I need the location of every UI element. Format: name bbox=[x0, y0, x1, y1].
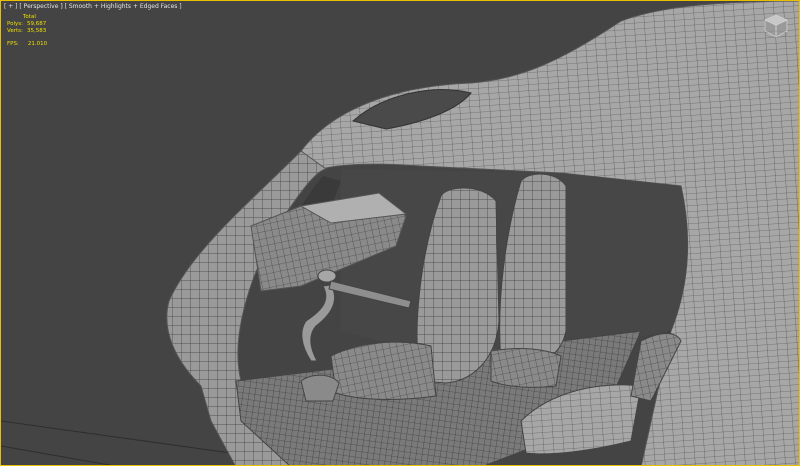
rear-seat-cushion bbox=[490, 348, 562, 388]
fps-label: FPS: bbox=[7, 41, 19, 47]
floor-pedal bbox=[300, 374, 340, 402]
stats-value: 35,583 bbox=[27, 28, 47, 34]
helicopter-mesh-render[interactable] bbox=[1, 1, 800, 466]
viewcube-home-icon[interactable] bbox=[763, 14, 789, 38]
cyclic-stick bbox=[301, 284, 335, 362]
stats-row: Verts: 35,583 bbox=[7, 28, 50, 35]
statistics-overlay: Total Polys: 59,687 Verts: 35,583 bbox=[7, 14, 50, 35]
stats-label: Verts: bbox=[7, 28, 23, 34]
stick-grip bbox=[317, 269, 337, 283]
stats-header: Total bbox=[23, 14, 36, 20]
front-seat-cushion bbox=[330, 341, 437, 400]
fps-value: 21.010 bbox=[27, 41, 48, 47]
stats-label: Polys: bbox=[7, 21, 23, 27]
perspective-viewport[interactable]: [ + ] [ Perspective ] [ Smooth + Highlig… bbox=[0, 0, 800, 466]
viewport-label[interactable]: [ + ] [ Perspective ] [ Smooth + Highlig… bbox=[4, 3, 182, 10]
fps-readout: FPS: 21.010 bbox=[7, 41, 47, 47]
stats-row: Polys: 59,687 bbox=[7, 21, 50, 28]
stats-table: Polys: 59,687 Verts: 35,583 bbox=[7, 21, 50, 35]
stats-value: 59,687 bbox=[27, 21, 47, 27]
